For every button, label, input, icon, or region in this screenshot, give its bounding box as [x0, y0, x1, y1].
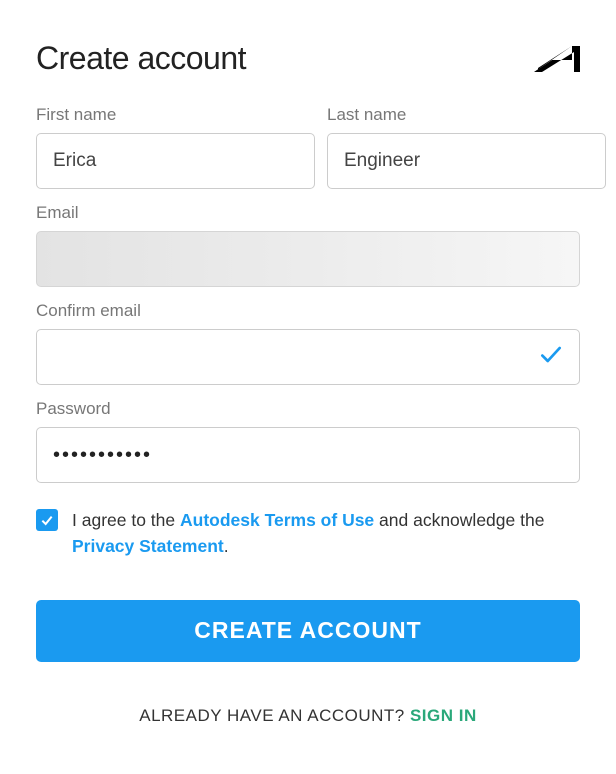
confirm-email-input[interactable] — [36, 329, 580, 385]
first-name-label: First name — [36, 105, 315, 125]
sign-in-link[interactable]: SIGN IN — [410, 706, 477, 725]
confirm-email-label: Confirm email — [36, 301, 580, 321]
footer-text: ALREADY HAVE AN ACCOUNT? SIGN IN — [36, 706, 580, 726]
page-title: Create account — [36, 40, 246, 77]
terms-of-use-link[interactable]: Autodesk Terms of Use — [180, 510, 374, 530]
email-input[interactable] — [36, 231, 580, 287]
consent-prefix: I agree to the — [72, 510, 180, 530]
password-input[interactable]: ••••••••••• — [36, 427, 580, 483]
email-label: Email — [36, 203, 580, 223]
privacy-statement-link[interactable]: Privacy Statement — [72, 536, 224, 556]
consent-middle: and acknowledge the — [374, 510, 544, 530]
first-name-input[interactable] — [36, 133, 315, 189]
consent-text: I agree to the Autodesk Terms of Use and… — [72, 507, 580, 560]
consent-suffix: . — [224, 536, 229, 556]
last-name-input[interactable] — [327, 133, 606, 189]
autodesk-logo-icon — [534, 40, 580, 77]
checkmark-icon — [538, 342, 564, 373]
consent-checkbox[interactable] — [36, 509, 58, 531]
create-account-button[interactable]: CREATE ACCOUNT — [36, 600, 580, 662]
last-name-label: Last name — [327, 105, 606, 125]
already-have-account-text: ALREADY HAVE AN ACCOUNT? — [139, 706, 410, 725]
password-label: Password — [36, 399, 580, 419]
